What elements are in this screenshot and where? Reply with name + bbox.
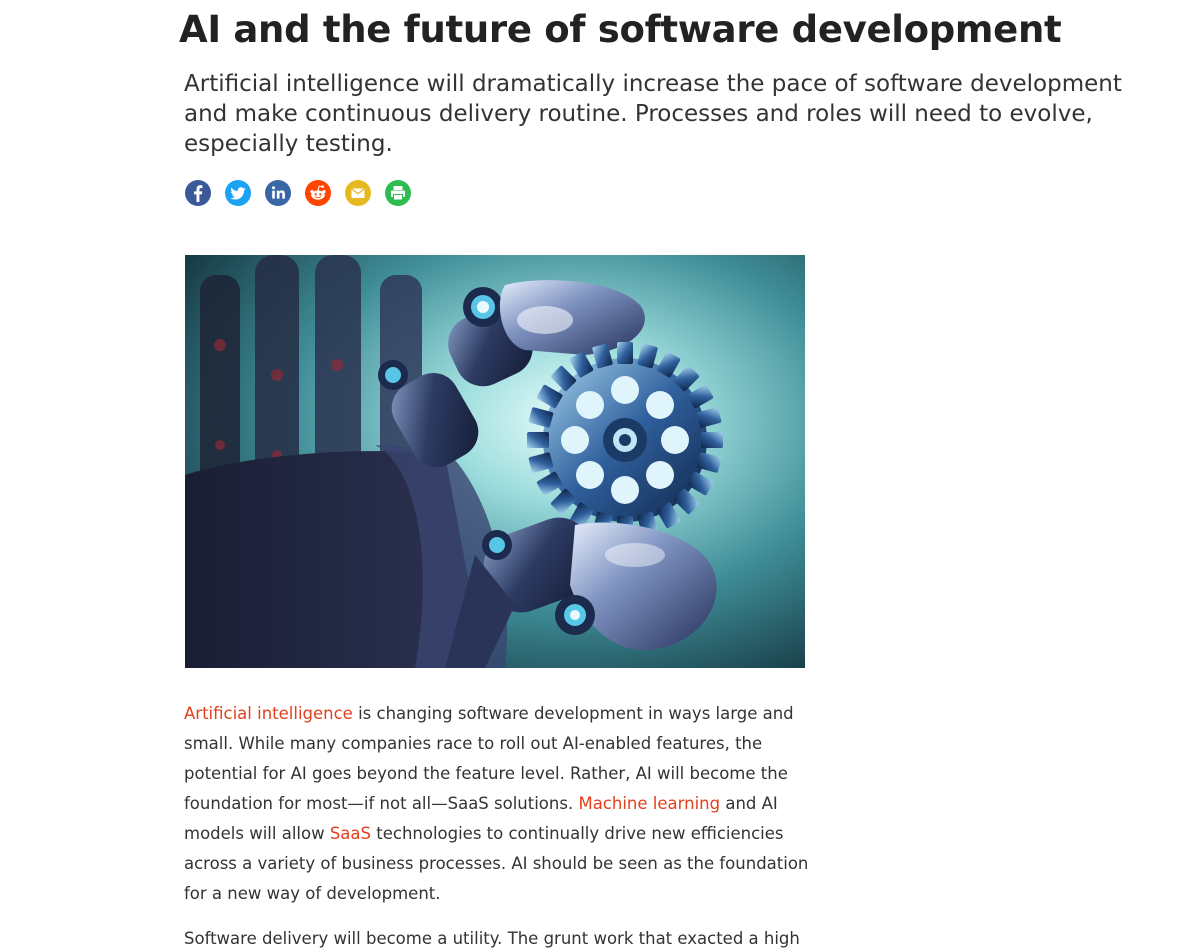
link-artificial-intelligence[interactable]: Artificial intelligence: [184, 704, 353, 723]
reddit-icon: [305, 180, 331, 206]
linkedin-icon: [265, 180, 291, 206]
link-saas[interactable]: SaaS: [330, 824, 371, 843]
share-bar: [184, 178, 412, 208]
facebook-icon: [185, 180, 211, 206]
article-body: Artificial intelligence is changing soft…: [184, 699, 809, 948]
share-print-button[interactable]: [384, 179, 412, 207]
article-title: AI and the future of software developmen…: [179, 8, 1062, 51]
paragraph-2: Software delivery will become a utility.…: [184, 929, 800, 948]
share-email-button[interactable]: [344, 179, 372, 207]
twitter-icon: [225, 180, 251, 206]
robot-hand-gear-illustration: [185, 255, 805, 668]
hero-image: [185, 255, 805, 668]
share-facebook-button[interactable]: [184, 179, 212, 207]
link-machine-learning[interactable]: Machine learning: [578, 794, 720, 813]
article-page: AI and the future of software developmen…: [0, 0, 1193, 948]
share-twitter-button[interactable]: [224, 179, 252, 207]
paragraph-1: Artificial intelligence is changing soft…: [184, 699, 809, 909]
email-icon: [345, 180, 371, 206]
print-icon: [385, 180, 411, 206]
share-reddit-button[interactable]: [304, 179, 332, 207]
share-linkedin-button[interactable]: [264, 179, 292, 207]
article-dek: Artificial intelligence will dramaticall…: [184, 71, 1122, 157]
